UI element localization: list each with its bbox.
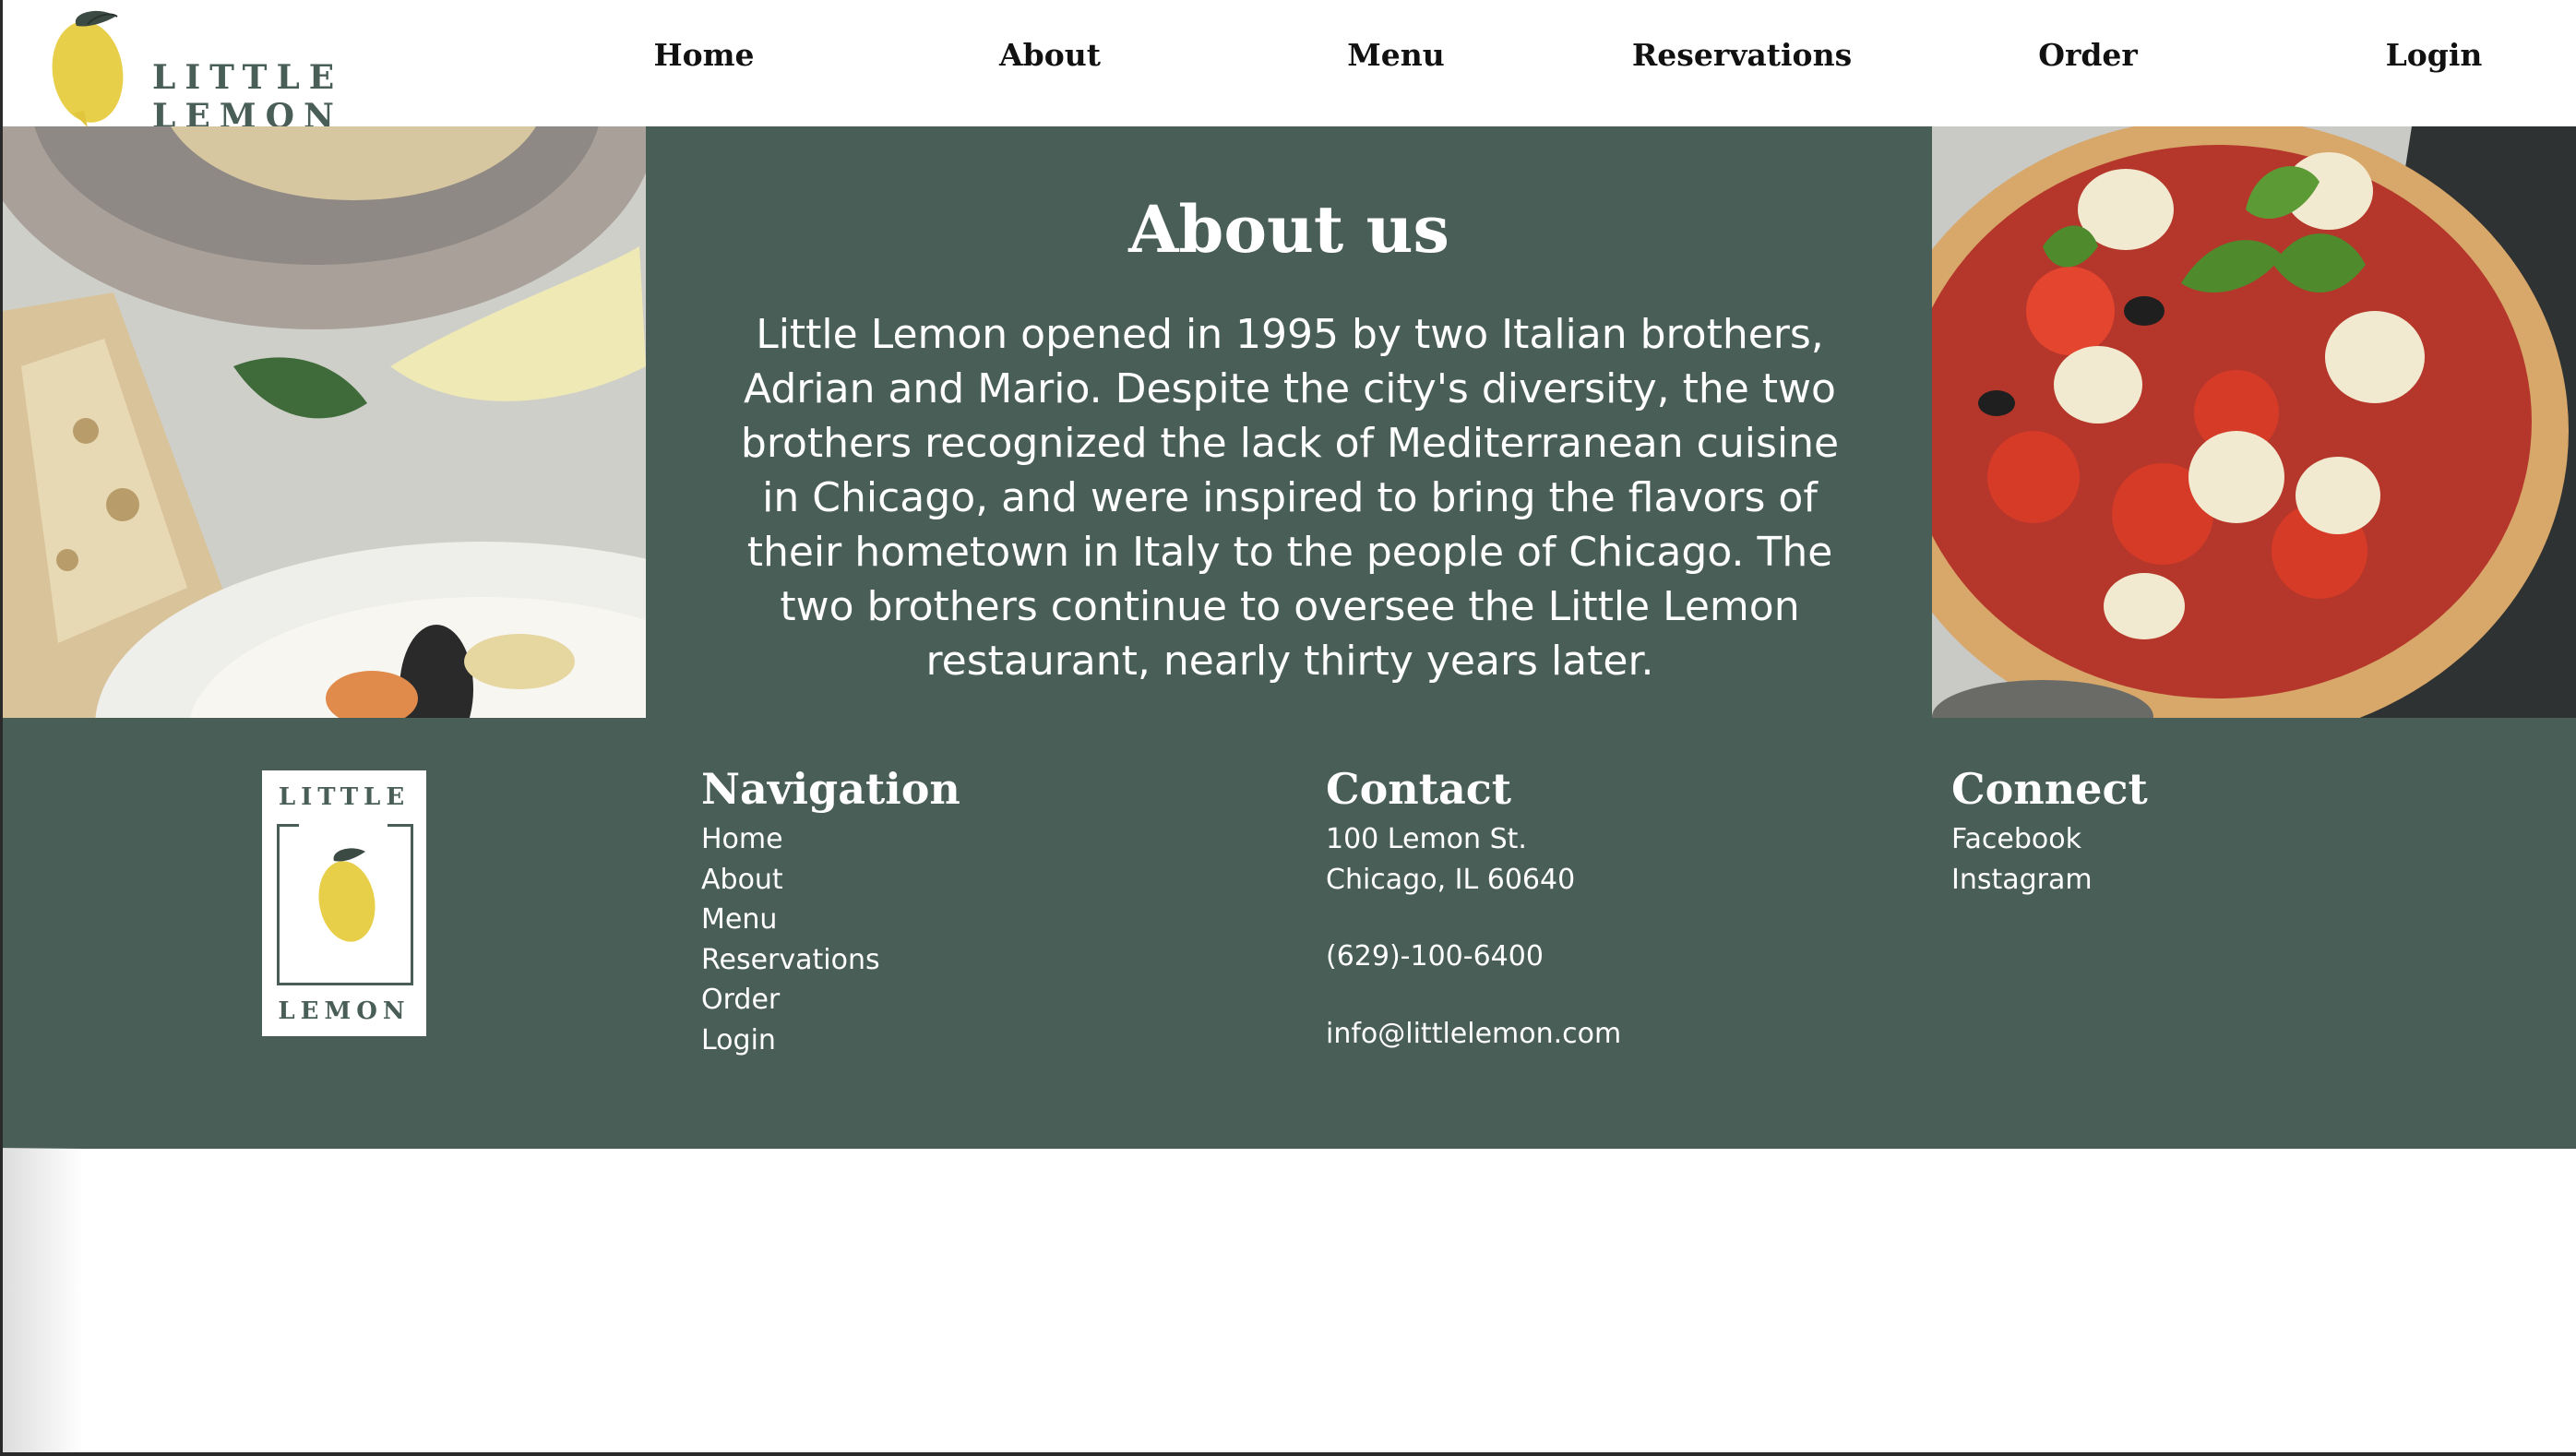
- contact-phone[interactable]: (629)-100-6400: [1326, 937, 1621, 977]
- window-bottom-edge: [0, 1452, 2576, 1456]
- footer-contact: Contact 100 Lemon St. Chicago, IL 60640 …: [1326, 764, 1621, 1054]
- contact-address-line2: Chicago, IL 60640: [1326, 863, 1576, 896]
- contact-spacer: [1326, 977, 1621, 1014]
- brand-logo[interactable]: LITTLE LEMON: [51, 7, 512, 136]
- nav-reservations[interactable]: Reservations: [1613, 37, 1871, 73]
- nav-menu[interactable]: Menu: [1267, 37, 1525, 73]
- pizza-photo-right: [1932, 126, 2576, 718]
- footer-navigation: Navigation Home About Menu Reservations …: [701, 764, 960, 1060]
- footer-logo-frame-top-left: [277, 824, 299, 827]
- footer-connect-title: Connect: [1951, 764, 2148, 814]
- site-footer: LITTLE LEMON Navigation Home About Menu …: [3, 718, 2576, 1149]
- social-link-instagram[interactable]: Instagram: [1951, 860, 2148, 901]
- footer-link-about[interactable]: About: [701, 860, 960, 901]
- lemon-logo-icon: [52, 10, 124, 127]
- footer-contact-title: Contact: [1326, 764, 1512, 814]
- footer-connect: Connect Facebook Instagram: [1951, 764, 2148, 900]
- footer-logo-top-text: LITTLE: [278, 783, 411, 811]
- footer-logo-frame-top-right: [388, 824, 411, 827]
- food-photo-left: [3, 126, 646, 718]
- social-link-facebook[interactable]: Facebook: [1951, 819, 2148, 860]
- contact-address-line1: 100 Lemon St.: [1326, 823, 1527, 855]
- window-left-edge: [0, 0, 3, 1456]
- footer-logo[interactable]: LITTLE LEMON: [262, 770, 426, 1036]
- footer-logo-bottom-text: LEMON: [278, 997, 411, 1025]
- footer-link-home[interactable]: Home: [701, 819, 960, 860]
- footer-link-login[interactable]: Login: [701, 1020, 960, 1061]
- nav-about[interactable]: About: [921, 37, 1179, 73]
- window-edge-shadow: [0, 1148, 83, 1456]
- main-nav: Home About Menu Reservations Order Login: [575, 37, 2568, 92]
- about-section: About us Little Lemon opened in 1995 by …: [3, 126, 2576, 718]
- page: LITTLE LEMON Home About Menu Reservation…: [0, 0, 2576, 1456]
- about-title: About us: [1128, 191, 1449, 268]
- about-description: Little Lemon opened in 1995 by two Itali…: [740, 311, 1840, 685]
- footer-link-reservations[interactable]: Reservations: [701, 940, 960, 981]
- nav-login[interactable]: Login: [2305, 37, 2563, 73]
- nav-home[interactable]: Home: [575, 37, 833, 73]
- footer-link-menu[interactable]: Menu: [701, 900, 960, 940]
- site-header: LITTLE LEMON Home About Menu Reservation…: [3, 0, 2576, 136]
- contact-spacer: [1326, 900, 1621, 937]
- nav-order[interactable]: Order: [1959, 37, 2217, 73]
- footer-link-order[interactable]: Order: [701, 980, 960, 1020]
- footer-lemon-icon: [318, 848, 376, 942]
- contact-email[interactable]: info@littlelemon.com: [1326, 1014, 1621, 1055]
- brand-name: LITTLE LEMON: [152, 58, 344, 136]
- footer-navigation-title: Navigation: [701, 764, 960, 814]
